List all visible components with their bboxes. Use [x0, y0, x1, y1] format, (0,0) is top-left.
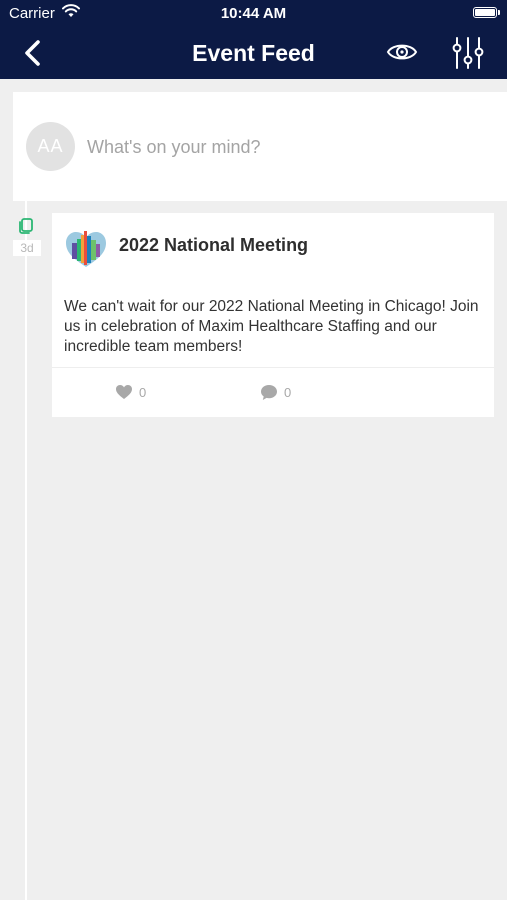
post-type-icon — [13, 216, 39, 236]
heart-icon — [116, 385, 132, 399]
navigation-bar: Event Feed — [0, 28, 507, 79]
post-age-label: 3d — [13, 240, 41, 256]
user-avatar: AA — [26, 122, 75, 171]
comment-button[interactable]: 0 — [260, 384, 291, 401]
post-title: 2022 National Meeting — [119, 235, 309, 255]
app-header: Carrier 10:44 AM Event Feed — [0, 0, 507, 79]
filter-sliders-icon[interactable] — [452, 36, 484, 70]
comment-icon — [261, 385, 277, 400]
like-count: 0 — [139, 384, 147, 400]
status-time: 10:44 AM — [220, 5, 287, 22]
battery-icon — [473, 7, 500, 18]
eye-icon[interactable] — [386, 40, 418, 64]
page-title: Event Feed — [192, 40, 315, 66]
feed-post-card[interactable]: 2022 National Meeting We can't wait for … — [52, 213, 494, 417]
post-divider — [52, 367, 494, 368]
like-button[interactable]: 0 — [115, 384, 146, 400]
comment-count: 0 — [284, 385, 292, 400]
post-body: We can't wait for our 2022 National Meet… — [64, 298, 479, 355]
timeline-line — [25, 200, 27, 900]
status-bar: Carrier 10:44 AM — [0, 0, 507, 28]
post-composer[interactable]: AA What's on your mind? — [13, 92, 507, 201]
composer-placeholder[interactable]: What's on your mind? — [87, 137, 261, 158]
national-meeting-logo-icon — [66, 231, 106, 267]
